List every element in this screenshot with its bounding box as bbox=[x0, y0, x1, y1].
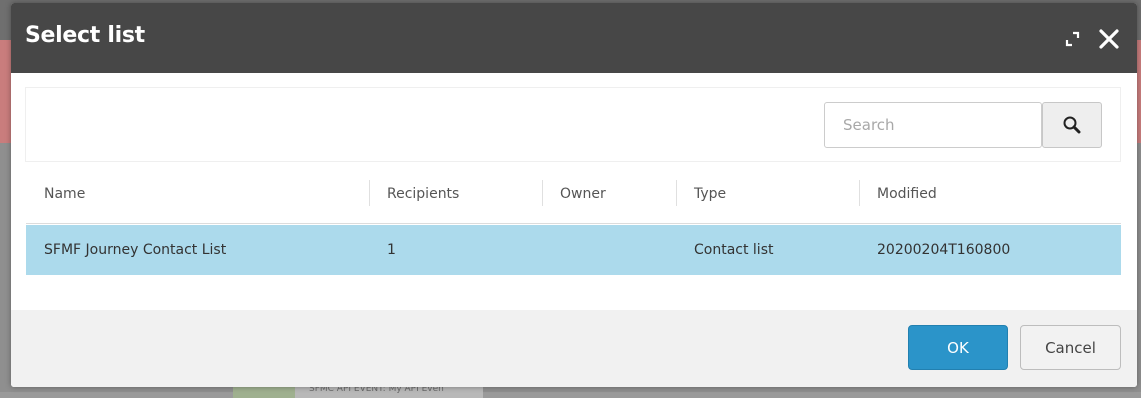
maximize-button[interactable] bbox=[1065, 31, 1081, 47]
cancel-button[interactable]: Cancel bbox=[1020, 325, 1121, 370]
lists-table: Name Recipients Owner Type Modified SFMF… bbox=[26, 168, 1121, 275]
column-header-name[interactable]: Name bbox=[44, 168, 85, 223]
column-divider bbox=[369, 180, 370, 206]
column-divider bbox=[542, 180, 543, 206]
dialog-footer: OK Cancel bbox=[11, 310, 1137, 387]
dialog-header: Select list bbox=[11, 3, 1137, 73]
search-button[interactable] bbox=[1042, 102, 1102, 148]
column-header-owner[interactable]: Owner bbox=[560, 168, 606, 223]
column-header-recipients[interactable]: Recipients bbox=[387, 168, 459, 223]
cell-recipients: 1 bbox=[387, 242, 396, 258]
cell-modified: 20200204T160800 bbox=[877, 242, 1011, 258]
table-header: Name Recipients Owner Type Modified bbox=[26, 168, 1121, 224]
cell-name: SFMF Journey Contact List bbox=[44, 242, 227, 258]
column-header-modified[interactable]: Modified bbox=[877, 168, 937, 223]
table-row[interactable]: SFMF Journey Contact List 1 Contact list… bbox=[26, 225, 1121, 275]
column-divider bbox=[859, 180, 860, 206]
select-list-dialog: Select list Name Recipients Owner bbox=[11, 3, 1137, 387]
search-icon bbox=[1063, 116, 1081, 134]
column-divider bbox=[676, 180, 677, 206]
ok-button[interactable]: OK bbox=[908, 325, 1008, 370]
column-header-type[interactable]: Type bbox=[694, 168, 726, 223]
close-icon bbox=[1099, 29, 1119, 49]
maximize-icon bbox=[1065, 31, 1080, 47]
search-input[interactable] bbox=[824, 102, 1042, 148]
cell-type: Contact list bbox=[694, 242, 774, 258]
close-button[interactable] bbox=[1098, 28, 1120, 50]
dialog-title: Select list bbox=[25, 23, 145, 48]
